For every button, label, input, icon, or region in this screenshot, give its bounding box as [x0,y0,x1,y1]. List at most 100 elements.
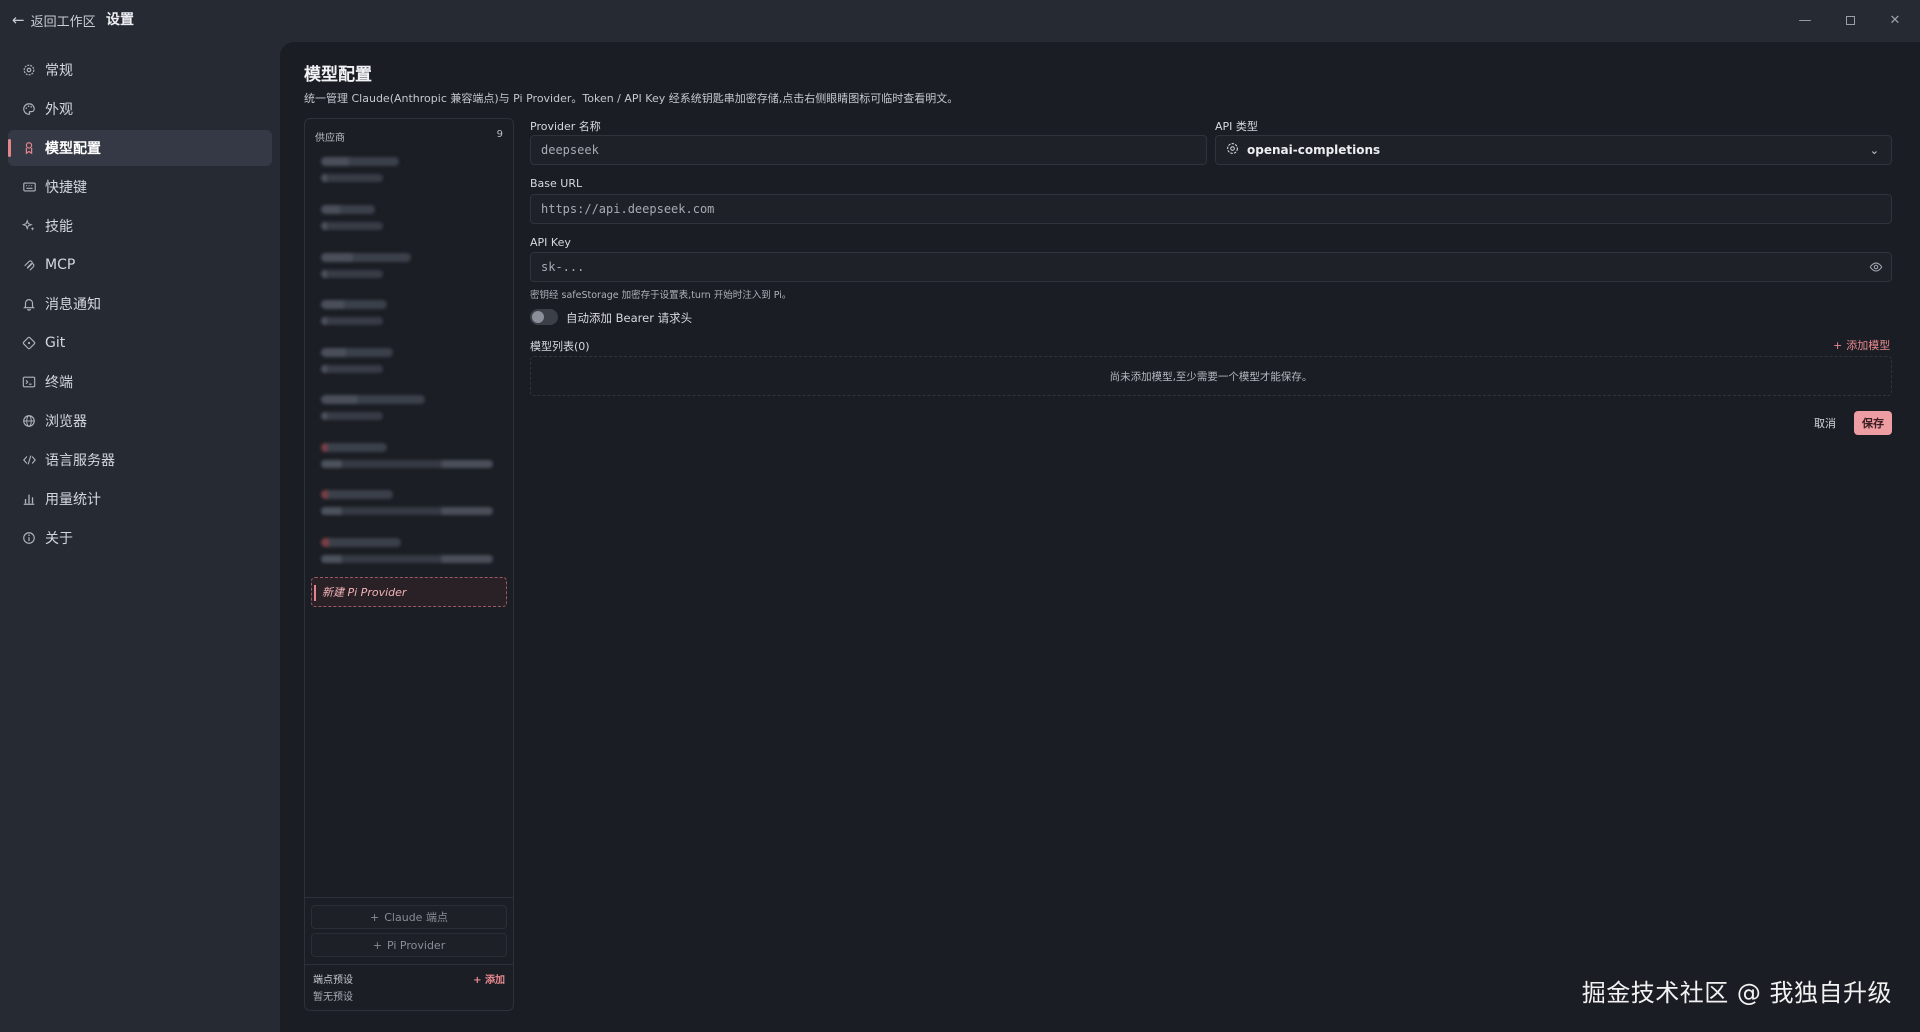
git-icon [21,335,37,351]
preset-empty-text: 暂无预设 [313,992,353,1003]
provider-item[interactable] [319,296,499,334]
nav-item-skills[interactable]: 技能 [8,208,272,244]
close-button[interactable]: ✕ [1881,8,1909,32]
provider-list: 供应商 9 新建 Pi Provider + Claude 端点 + Pi Pr… [304,118,514,1011]
nav-item-terminal[interactable]: 终端 [8,364,272,400]
redacted-name [321,205,375,214]
plus-icon: + [372,938,382,952]
endpoint-preset-label: 端点预设 [313,975,353,986]
maximize-button[interactable] [1836,8,1864,32]
provider-name-input[interactable]: deepseek [530,135,1207,165]
provider-item[interactable] [319,153,499,191]
redacted-name [321,300,387,309]
add-claude-endpoint-label: Claude 端点 [384,911,448,924]
api-key-input[interactable]: sk-... [530,252,1892,282]
nav-label: 模型配置 [45,141,101,157]
nav-item-browser[interactable]: 浏览器 [8,403,272,439]
redacted-name [321,395,425,404]
nav-item-model-config[interactable]: 模型配置 [8,130,272,166]
provider-name-label: Provider 名称 [530,120,601,133]
plus-icon: + [370,910,380,924]
provider-item[interactable] [319,249,499,287]
api-key-hint: 密钥经 safeStorage 加密存于设置表,turn 开始时注入到 Pi。 [530,290,792,301]
mcp-icon [21,257,37,273]
close-icon: ✕ [1889,12,1901,28]
add-pi-provider-label: Pi Provider [386,938,446,952]
add-model-button[interactable]: + 添加模型 [1833,337,1890,353]
back-label: 返回工作区 [30,14,96,30]
bar-chart-icon [21,491,37,507]
provider-item[interactable] [319,439,499,477]
bearer-header-toggle[interactable] [530,309,558,325]
redacted-details [321,460,493,468]
nav-label: 快捷键 [45,180,87,196]
provider-list-title: 供应商 [315,133,345,144]
redacted-details [321,174,383,182]
add-claude-endpoint-button[interactable]: + Claude 端点 [311,905,507,929]
provider-item[interactable] [319,486,499,524]
save-button[interactable]: 保存 [1854,411,1892,435]
nav-item-mcp[interactable]: MCP [8,247,272,283]
new-pi-provider-item[interactable]: 新建 Pi Provider [311,577,507,607]
nav-item-shortcuts[interactable]: 快捷键 [8,169,272,205]
api-type-value: openai-completions [1247,143,1381,157]
nav-item-general[interactable]: 常规 [8,52,272,88]
nav-item-about[interactable]: 关于 [8,520,272,556]
arrow-left-icon: ← [12,10,25,29]
nav-item-notifications[interactable]: 消息通知 [8,286,272,322]
provider-item[interactable] [319,201,499,239]
code-icon [21,452,37,468]
redacted-name [321,253,411,262]
redacted-name [321,538,401,547]
base-url-input[interactable]: https://api.deepseek.com [530,194,1892,224]
openai-icon [1226,142,1239,158]
provider-item[interactable] [319,344,499,382]
redacted-details [321,222,383,230]
minimize-button[interactable]: — [1791,8,1819,32]
maximize-icon [1845,15,1855,25]
palette-icon [21,101,37,117]
redacted-name [321,490,393,499]
provider-list-header: 供应商 9 [315,129,503,144]
redacted-details [321,507,493,515]
redacted-details [321,365,383,373]
eye-icon[interactable] [1869,260,1883,277]
info-icon [21,530,37,546]
chevron-down-icon: ⌄ [1869,144,1879,157]
nav-label: 消息通知 [45,297,101,313]
back-to-workspace-button[interactable]: ← 返回工作区 [12,10,96,30]
add-preset-button[interactable]: + 添加 [473,971,505,986]
redacted-name [321,348,393,357]
redacted-details [321,270,383,278]
settings-nav: 常规 外观 模型配置 快捷键 技能 MCP 消息通知 Git 终端 浏览器 语言… [8,52,272,559]
add-model-label: 添加模型 [1846,339,1891,352]
nav-label: 语言服务器 [45,453,115,469]
nav-label: 外观 [45,102,73,118]
keyboard-icon [21,179,37,195]
model-list-label: 模型列表(0) [530,340,590,353]
window-title: 设置 [106,12,134,28]
plus-icon: + [1833,338,1843,352]
api-type-label: API 类型 [1215,120,1258,133]
nav-item-git[interactable]: Git [8,325,272,361]
cancel-button[interactable]: 取消 [1814,415,1836,431]
redacted-details [321,317,383,325]
nav-label: 技能 [45,219,73,235]
redacted-details [321,412,383,420]
nav-item-appearance[interactable]: 外观 [8,91,272,127]
nav-label: 常规 [45,63,73,79]
nav-item-usage-stats[interactable]: 用量统计 [8,481,272,517]
divider [305,964,513,965]
add-pi-provider-button[interactable]: + Pi Provider [311,933,507,957]
bearer-header-label: 自动添加 Bearer 请求头 [566,311,693,325]
page-title: 模型配置 [304,65,372,85]
page-description: 统一管理 Claude(Anthropic 兼容端点)与 Pi Provider… [304,92,959,105]
title-bar: ← 返回工作区 设置 — ✕ [0,0,1920,40]
bell-icon [21,296,37,312]
model-icon [21,140,37,156]
redacted-details [321,555,493,563]
nav-item-language-server[interactable]: 语言服务器 [8,442,272,478]
provider-item[interactable] [319,391,499,429]
provider-item[interactable] [319,534,499,572]
api-type-select[interactable]: openai-completions ⌄ [1215,135,1892,165]
